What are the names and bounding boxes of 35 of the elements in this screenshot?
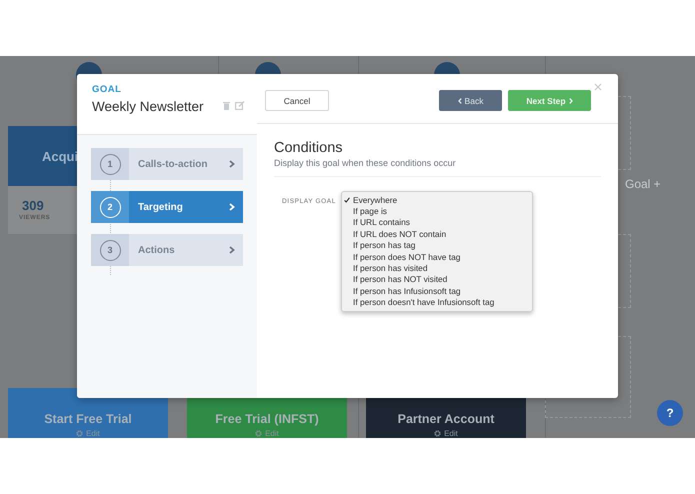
goal-title: Partner Account [398,412,494,426]
card-title: Acqui [42,148,78,164]
chevron-right-icon [229,246,235,254]
gear-icon [434,430,442,437]
chevron-right-icon [229,203,235,211]
goal-title: Start Free Trial [44,412,132,426]
dropdown-option[interactable]: If URL contains [342,216,532,228]
gear-icon [76,430,84,437]
gear-icon [255,430,262,437]
dropdown-option[interactable]: Everywhere [342,194,532,206]
section-heading: Conditions [274,140,344,156]
dropdown-option[interactable]: If page is [342,205,532,217]
chevron-left-icon [458,98,462,104]
chevron-right-icon [568,98,573,104]
section-description: Display this goal when these conditions occur [274,158,457,168]
chevron-right-icon [229,160,235,168]
edit-icon[interactable] [235,101,245,110]
dropdown-option[interactable]: If person doesn't have Infusionsoft tag [342,296,532,308]
wizard-step[interactable]: 2 Targeting [91,191,243,223]
dropdown-option[interactable]: If URL does NOT contain [342,228,532,240]
dropdown-option[interactable]: If person has NOT visited [342,274,532,286]
cancel-button[interactable]: Cancel [265,90,329,111]
back-button[interactable]: Back [439,90,502,111]
goal-name: Weekly Newsletter [92,99,204,114]
viewer-count: 309 [22,198,44,213]
dropdown-option[interactable]: If person has tag [342,240,532,251]
close-icon[interactable] [594,83,602,91]
dropdown-option[interactable]: If person does NOT have tag [342,250,532,262]
goal-eyebrow: GOAL [92,84,122,95]
edit-link[interactable]: Edit [434,429,458,438]
dropdown-option[interactable]: If person has Infusionsoft tag [342,285,532,297]
trash-icon[interactable] [223,101,230,110]
goal-title: Free Trial (INFST) [215,412,319,426]
help-button[interactable]: ? [657,400,683,426]
dropdown-option[interactable]: If person has visited [342,262,532,274]
